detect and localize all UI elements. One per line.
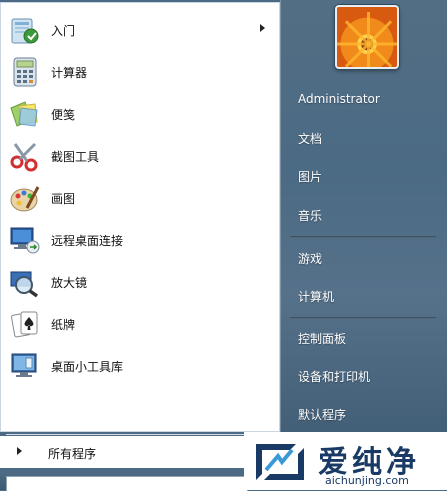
devices-printers-link[interactable]: 设备和打印机 bbox=[298, 368, 370, 385]
program-label: 画图 bbox=[51, 192, 76, 206]
program-label: 纸牌 bbox=[51, 318, 76, 332]
magnifier-icon bbox=[9, 266, 41, 298]
documents-link[interactable]: 文档 bbox=[298, 130, 322, 147]
program-label: 放大镜 bbox=[51, 276, 88, 290]
snipping-tool-icon bbox=[9, 140, 41, 172]
program-item-calculator[interactable]: 计算器 bbox=[6, 52, 276, 92]
divider bbox=[290, 236, 436, 238]
program-item-magnifier[interactable]: 放大镜 bbox=[6, 262, 276, 302]
program-item-paint[interactable]: 画图 bbox=[6, 178, 276, 218]
program-item-solitaire[interactable]: 纸牌 bbox=[6, 304, 276, 344]
default-programs-link[interactable]: 默认程序 bbox=[298, 406, 346, 423]
control-panel-link[interactable]: 控制面板 bbox=[298, 330, 346, 347]
search-input[interactable] bbox=[6, 476, 248, 491]
program-item-desktop-gadgets[interactable]: 桌面小工具库 bbox=[6, 346, 276, 386]
pictures-link[interactable]: 图片 bbox=[298, 168, 322, 185]
chevron-right-icon bbox=[17, 447, 22, 455]
music-link[interactable]: 音乐 bbox=[298, 207, 322, 224]
getting-started-icon bbox=[9, 14, 41, 46]
divider bbox=[290, 317, 436, 319]
desktop-gadgets-icon bbox=[9, 350, 41, 382]
solitaire-icon bbox=[9, 308, 41, 340]
program-label: 便笺 bbox=[51, 108, 76, 122]
computer-link[interactable]: 计算机 bbox=[298, 288, 334, 305]
program-item-sticky-notes[interactable]: 便笺 bbox=[6, 94, 276, 134]
paint-icon bbox=[9, 182, 41, 214]
program-label: 桌面小工具库 bbox=[51, 360, 124, 374]
program-label: 远程桌面连接 bbox=[51, 234, 124, 248]
remote-desktop-icon bbox=[9, 224, 41, 256]
program-item-getting-started[interactable]: 入门 bbox=[6, 10, 276, 50]
watermark-url: aichunjing.com bbox=[325, 474, 409, 487]
games-link[interactable]: 游戏 bbox=[298, 250, 322, 267]
program-label: 计算器 bbox=[51, 66, 88, 80]
calculator-icon bbox=[9, 56, 41, 88]
program-item-remote-desktop[interactable]: 远程桌面连接 bbox=[6, 220, 276, 260]
user-name-link[interactable]: Administrator bbox=[298, 92, 380, 106]
sticky-notes-icon bbox=[9, 98, 41, 130]
program-label: 入门 bbox=[51, 24, 76, 38]
program-item-snipping-tool[interactable]: 截图工具 bbox=[6, 136, 276, 176]
all-programs-button[interactable]: 所有程序 bbox=[0, 436, 280, 468]
program-list-panel: 入门 计算器 便笺 截图工具 画图 远程桌面连接 放大镜 纸牌 桌面小工具库 bbox=[0, 2, 281, 432]
user-avatar[interactable] bbox=[335, 5, 399, 69]
watermark-logo-icon bbox=[252, 440, 308, 484]
divider bbox=[6, 434, 276, 435]
all-programs-label: 所有程序 bbox=[48, 447, 97, 461]
program-label: 截图工具 bbox=[51, 150, 100, 164]
submenu-arrow-icon[interactable] bbox=[260, 24, 265, 32]
